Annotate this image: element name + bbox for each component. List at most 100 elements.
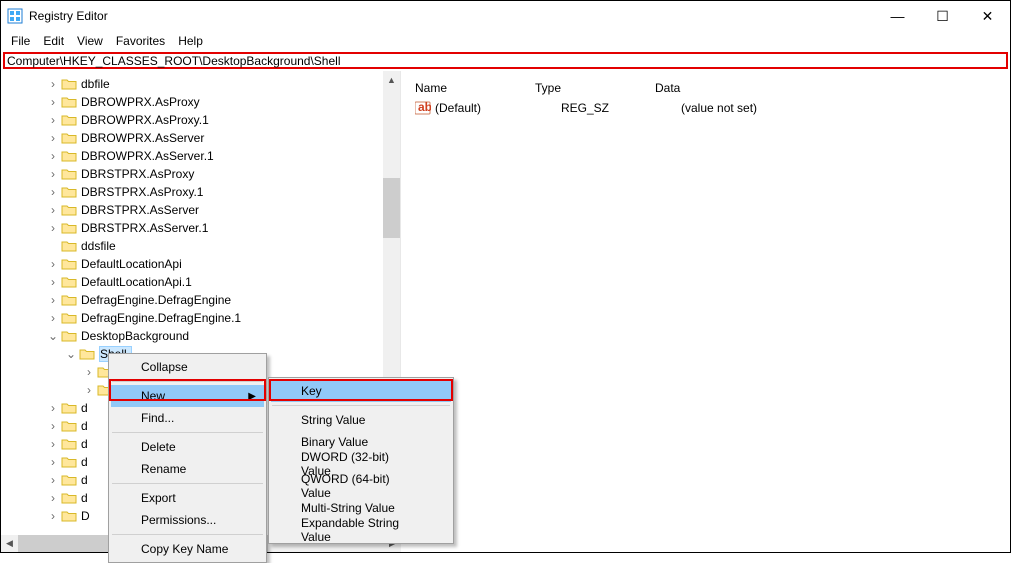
window-title: Registry Editor bbox=[29, 9, 875, 23]
tree-item[interactable]: ›DefragEngine.DefragEngine.1 bbox=[1, 309, 400, 327]
col-name[interactable]: Name bbox=[409, 77, 529, 99]
scroll-thumb[interactable] bbox=[383, 178, 400, 238]
expand-icon[interactable]: › bbox=[81, 383, 97, 397]
values-pane: Name Type Data ab (Default) REG_SZ (valu… bbox=[401, 71, 1010, 533]
tree-item[interactable]: ›dbfile bbox=[1, 75, 400, 93]
expand-icon[interactable]: › bbox=[45, 257, 61, 271]
expand-icon[interactable]: › bbox=[45, 167, 61, 181]
tree-item-label: ddsfile bbox=[81, 239, 116, 253]
expand-icon[interactable]: › bbox=[81, 365, 97, 379]
separator bbox=[112, 381, 263, 382]
folder-icon bbox=[61, 473, 77, 487]
tree-item[interactable]: › DBROWPRX.AsServer.1 bbox=[1, 147, 400, 165]
tree-item[interactable]: ›DBROWPRX.AsProxy.1 bbox=[1, 111, 400, 129]
expand-icon[interactable]: › bbox=[45, 455, 61, 469]
address-bar[interactable]: Computer\HKEY_CLASSES_ROOT\DesktopBackgr… bbox=[3, 52, 1008, 69]
collapse-icon[interactable]: ⌄ bbox=[45, 329, 61, 343]
expand-icon[interactable]: › bbox=[45, 275, 61, 289]
tree-item[interactable]: › DBROWPRX.AsServer bbox=[1, 129, 400, 147]
tree-item-label: DBROWPRX.AsServer.1 bbox=[81, 149, 214, 163]
ctx-new[interactable]: New▶ bbox=[111, 385, 264, 407]
col-data[interactable]: Data bbox=[649, 77, 849, 99]
tree-item-label: DBROWPRX.AsProxy bbox=[81, 95, 200, 109]
tree-item[interactable]: ›DefragEngine.DefragEngine bbox=[1, 291, 400, 309]
folder-icon bbox=[61, 167, 77, 181]
menu-favorites[interactable]: Favorites bbox=[110, 32, 171, 50]
ctx-new-string[interactable]: String Value bbox=[271, 409, 451, 431]
expand-icon[interactable]: › bbox=[45, 203, 61, 217]
tree-item[interactable]: › DBROWPRX.AsProxy bbox=[1, 93, 400, 111]
ctx-delete[interactable]: Delete bbox=[111, 436, 264, 458]
ctx-new-key[interactable]: Key bbox=[271, 380, 451, 402]
ctx-new-expandable[interactable]: Expandable String Value bbox=[271, 519, 451, 541]
tree-item[interactable]: ddsfile bbox=[1, 237, 400, 255]
menu-help[interactable]: Help bbox=[172, 32, 209, 50]
tree-item-label: d bbox=[81, 419, 88, 433]
expand-icon[interactable]: › bbox=[45, 509, 61, 523]
separator bbox=[272, 405, 450, 406]
address-text: Computer\HKEY_CLASSES_ROOT\DesktopBackgr… bbox=[7, 54, 341, 68]
context-menu: Collapse New▶ Find... Delete Rename Expo… bbox=[108, 353, 267, 563]
ctx-new-qword[interactable]: QWORD (64-bit) Value bbox=[271, 475, 451, 497]
ctx-export[interactable]: Export bbox=[111, 487, 264, 509]
tree-item-label: d bbox=[81, 473, 88, 487]
ctx-collapse[interactable]: Collapse bbox=[111, 356, 264, 378]
expand-icon[interactable]: › bbox=[45, 293, 61, 307]
tree-item[interactable]: ⌄ DesktopBackground bbox=[1, 327, 400, 345]
expand-icon[interactable]: › bbox=[45, 437, 61, 451]
expand-icon[interactable]: › bbox=[45, 149, 61, 163]
tree-item[interactable]: ›DefaultLocationApi.1 bbox=[1, 273, 400, 291]
ctx-copy-key-name[interactable]: Copy Key Name bbox=[111, 538, 264, 560]
expand-icon[interactable]: › bbox=[45, 473, 61, 487]
tree-item[interactable]: ›DBRSTPRX.AsServer bbox=[1, 201, 400, 219]
tree-item-label: d bbox=[81, 401, 88, 415]
ctx-permissions[interactable]: Permissions... bbox=[111, 509, 264, 531]
folder-icon bbox=[61, 293, 77, 307]
expand-icon[interactable]: › bbox=[45, 401, 61, 415]
menu-edit[interactable]: Edit bbox=[37, 32, 70, 50]
expand-icon[interactable]: › bbox=[45, 95, 61, 109]
folder-icon bbox=[61, 113, 77, 127]
separator bbox=[112, 483, 263, 484]
scroll-left-icon[interactable]: ◀ bbox=[1, 535, 18, 552]
expand-icon[interactable]: › bbox=[45, 419, 61, 433]
minimize-button[interactable]: — bbox=[875, 1, 920, 31]
tree-item-label: DBROWPRX.AsServer bbox=[81, 131, 204, 145]
col-type[interactable]: Type bbox=[529, 77, 649, 99]
value-type: REG_SZ bbox=[555, 99, 675, 117]
menu-view[interactable]: View bbox=[71, 32, 109, 50]
expand-icon[interactable]: › bbox=[45, 221, 61, 235]
folder-icon bbox=[61, 239, 77, 253]
tree-item[interactable]: › DBRSTPRX.AsProxy.1 bbox=[1, 183, 400, 201]
folder-icon bbox=[61, 185, 77, 199]
expand-icon[interactable]: › bbox=[45, 77, 61, 91]
collapse-icon[interactable]: ⌄ bbox=[63, 347, 79, 361]
expand-icon[interactable]: › bbox=[45, 131, 61, 145]
expand-icon[interactable]: › bbox=[45, 491, 61, 505]
tree-item-label: DesktopBackground bbox=[81, 329, 189, 343]
menu-file[interactable]: File bbox=[5, 32, 36, 50]
value-name: (Default) bbox=[435, 99, 555, 117]
expand-icon[interactable]: › bbox=[45, 311, 61, 325]
folder-icon bbox=[61, 419, 77, 433]
title-bar: Registry Editor — ☐ ✕ bbox=[1, 1, 1010, 31]
ctx-find[interactable]: Find... bbox=[111, 407, 264, 429]
tree-item[interactable]: › DBRSTPRX.AsProxy bbox=[1, 165, 400, 183]
expand-icon[interactable]: › bbox=[45, 113, 61, 127]
close-button[interactable]: ✕ bbox=[965, 1, 1010, 31]
expand-icon[interactable]: › bbox=[45, 185, 61, 199]
list-row[interactable]: ab (Default) REG_SZ (value not set) bbox=[409, 99, 1010, 117]
folder-icon bbox=[61, 509, 77, 523]
maximize-button[interactable]: ☐ bbox=[920, 1, 965, 31]
tree-item[interactable]: ›DBRSTPRX.AsServer.1 bbox=[1, 219, 400, 237]
scroll-up-icon[interactable]: ▲ bbox=[383, 71, 400, 88]
tree-item-label: DBRSTPRX.AsProxy.1 bbox=[81, 185, 203, 199]
string-value-icon: ab bbox=[415, 101, 431, 115]
tree-item[interactable]: ›DefaultLocationApi bbox=[1, 255, 400, 273]
ctx-new-label: New bbox=[141, 389, 165, 403]
ctx-rename[interactable]: Rename bbox=[111, 458, 264, 480]
folder-icon bbox=[61, 275, 77, 289]
tree-item-label: DBRSTPRX.AsProxy bbox=[81, 167, 194, 181]
svg-text:ab: ab bbox=[418, 101, 431, 114]
separator bbox=[112, 534, 263, 535]
